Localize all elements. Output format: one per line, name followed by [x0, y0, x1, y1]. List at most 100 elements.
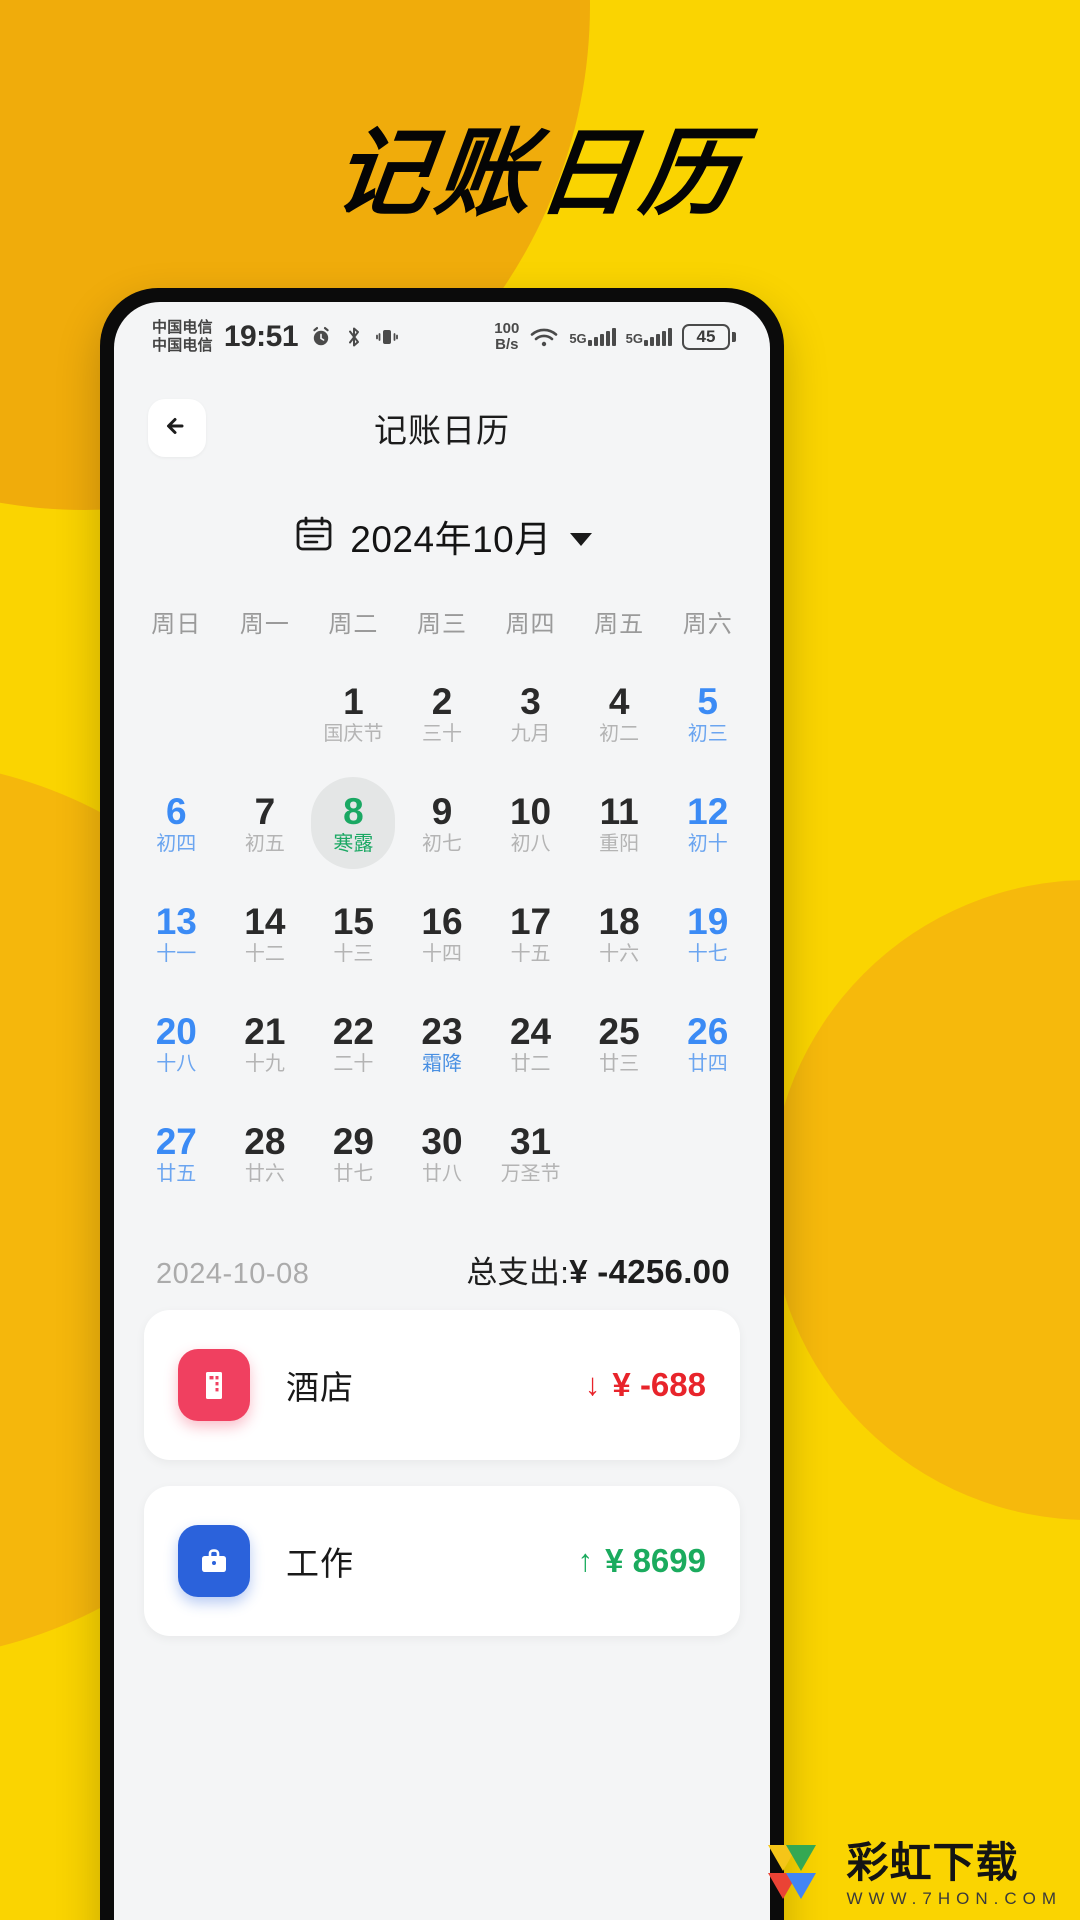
battery-level: 45 — [682, 324, 730, 350]
weekday-label: 周日 — [151, 611, 202, 638]
calendar-day-cell[interactable]: 27 廿五 — [132, 1103, 221, 1203]
calendar-day-number: 15 — [332, 900, 374, 942]
calendar-day-cell[interactable]: 17 十五 — [486, 883, 575, 983]
calendar-day-number: 20 — [155, 1010, 197, 1052]
calendar-day-sublabel: 初二 — [599, 722, 640, 745]
calendar-day-cell[interactable]: 2 三十 — [398, 663, 487, 763]
transaction-category-name: 工作 — [286, 1545, 354, 1582]
weekday-label: 周六 — [682, 611, 733, 638]
network-speed-value: 100 — [494, 320, 520, 337]
calendar-day-cell[interactable]: 3 九月 — [486, 663, 575, 763]
calendar-day-cell[interactable]: 11 重阳 — [575, 773, 664, 873]
calendar-day-sublabel: 初五 — [244, 832, 285, 855]
weekday-label: 周五 — [594, 611, 645, 638]
calendar-day-number: 7 — [254, 790, 276, 832]
vibrate-icon — [375, 325, 399, 349]
calendar-day-cell[interactable]: 4 初二 — [575, 663, 664, 763]
calendar-week-row: 1 国庆节 2 三十 3 九月 4 初二 5 初三 — [114, 663, 770, 763]
calendar-week-row: 20 十八 21 十九 22 二十 23 霜降 24 廿二 25 廿三 26 廿四 — [114, 993, 770, 1093]
watermark-title: 彩虹下载 — [846, 1839, 1019, 1886]
calendar-day-sublabel: 廿五 — [156, 1162, 197, 1185]
calendar-day-number: 27 — [155, 1120, 197, 1162]
calendar-day-cell[interactable]: 6 初四 — [132, 773, 221, 873]
calendar-day-number: 24 — [509, 1010, 552, 1052]
calendar-day-sublabel: 十六 — [599, 942, 640, 965]
transaction-amount-value: ¥ 8699 — [605, 1542, 706, 1579]
signal-icon-2: 5G — [626, 328, 672, 346]
calendar-day-cell[interactable]: 10 初八 — [486, 773, 575, 873]
calendar-day-number: 28 — [244, 1120, 286, 1162]
calendar-day-number: 17 — [509, 900, 552, 942]
carrier-line-2: 中国电信 — [152, 337, 213, 354]
rainbow-logo-icon — [764, 1841, 836, 1908]
day-summary: 2024-10-08 总支出:¥ -4256.00 — [114, 1213, 770, 1310]
calendar-day-cell[interactable]: 25 廿三 — [575, 993, 664, 1093]
calendar-day-number: 5 — [697, 680, 718, 722]
back-button[interactable] — [148, 399, 206, 457]
calendar-day-cell[interactable]: 26 廿四 — [663, 993, 752, 1093]
calendar-day-cell[interactable]: 13 十一 — [132, 883, 221, 983]
calendar-weekday-header: 周日 周一 周二 周三 周四 周五 周六 — [114, 604, 770, 639]
calendar-day-cell[interactable]: 1 国庆节 — [309, 663, 398, 763]
calendar-day-sublabel: 初十 — [687, 832, 728, 855]
phone-screen: 中国电信 中国电信 19:51 100 B/s 5G 5G 45 记账日历 20… — [114, 302, 770, 1920]
calendar-day-cell[interactable]: 30 廿八 — [398, 1103, 487, 1203]
calendar-day-number: 8 — [343, 790, 364, 832]
calendar-day-sublabel: 廿七 — [333, 1162, 374, 1185]
calendar-day-cell[interactable]: 16 十四 — [398, 883, 487, 983]
calendar-empty-cell — [575, 1103, 664, 1203]
transaction-card[interactable]: 酒店 ↓ ¥ -688 — [144, 1310, 740, 1460]
calendar-day-cell[interactable]: 28 廿六 — [221, 1103, 310, 1203]
calendar-day-sublabel: 十三 — [333, 942, 374, 965]
calendar-day-sublabel: 初三 — [687, 722, 728, 745]
transaction-card[interactable]: 工作 ↑ ¥ 8699 — [144, 1486, 740, 1636]
month-selector[interactable]: 2024年10月 — [114, 484, 770, 588]
watermark-url: WWW.7HON.COM — [846, 1889, 1062, 1908]
chevron-down-icon[interactable] — [569, 532, 592, 546]
calendar-day-number: 6 — [165, 790, 187, 832]
calendar-day-number: 23 — [421, 1010, 463, 1052]
calendar-day-cell[interactable]: 9 初七 — [398, 773, 487, 873]
calendar-day-cell[interactable]: 8 寒露 — [309, 773, 398, 873]
weekday-label: 周三 — [416, 611, 467, 638]
calendar-day-number: 29 — [332, 1120, 374, 1162]
calendar-day-cell[interactable]: 14 十二 — [221, 883, 310, 983]
calendar-day-cell[interactable]: 22 二十 — [309, 993, 398, 1093]
calendar-day-cell[interactable]: 24 廿二 — [486, 993, 575, 1093]
calendar-day-cell[interactable]: 21 十九 — [221, 993, 310, 1093]
calendar-day-sublabel: 寒露 — [333, 832, 374, 855]
calendar-day-cell[interactable]: 31 万圣节 — [486, 1103, 575, 1203]
calendar-day-cell[interactable]: 29 廿七 — [309, 1103, 398, 1203]
calendar-day-sublabel: 初四 — [156, 832, 197, 855]
calendar-day-cell[interactable]: 23 霜降 — [398, 993, 487, 1093]
calendar-day-number: 21 — [244, 1010, 286, 1052]
calendar-empty-cell — [221, 663, 310, 763]
calendar-day-number: 4 — [608, 680, 630, 722]
watermark: 彩虹下载 WWW.7HON.COM — [764, 1841, 1062, 1908]
calendar-grid[interactable]: 1 国庆节 2 三十 3 九月 4 初二 5 初三 6 初四 7 初五 8 寒露 9 初七 10 初八 11 重阳 12 初十… — [114, 663, 770, 1203]
calendar-week-row: 27 廿五 28 廿六 29 廿七 30 廿八 31 万圣节 — [114, 1103, 770, 1203]
wifi-icon — [529, 325, 559, 349]
calendar-day-cell[interactable]: 19 十七 — [663, 883, 752, 983]
calendar-day-cell[interactable]: 20 十八 — [132, 993, 221, 1093]
calendar-day-number: 22 — [332, 1010, 374, 1052]
hotel-icon — [178, 1349, 250, 1421]
weekday-label: 周一 — [239, 611, 290, 638]
summary-total: 总支出:¥ -4256.00 — [466, 1247, 730, 1292]
calendar-day-cell[interactable]: 18 十六 — [575, 883, 664, 983]
calendar-day-cell[interactable]: 5 初三 — [663, 663, 752, 763]
month-label: 2024年10月 — [350, 519, 552, 560]
carrier-labels: 中国电信 中国电信 — [152, 319, 213, 355]
calendar-day-sublabel: 十五 — [510, 942, 551, 965]
transaction-list[interactable]: 酒店 ↓ ¥ -688 工作 ↑ ¥ 8699 — [114, 1310, 770, 1636]
calendar-day-sublabel: 重阳 — [599, 832, 640, 855]
calendar-week-row: 6 初四 7 初五 8 寒露 9 初七 10 初八 11 重阳 12 初十 — [114, 773, 770, 873]
battery-tip — [732, 332, 736, 342]
calendar-day-cell[interactable]: 15 十三 — [309, 883, 398, 983]
calendar-day-cell[interactable]: 7 初五 — [221, 773, 310, 873]
phone-frame: 中国电信 中国电信 19:51 100 B/s 5G 5G 45 记账日历 20… — [100, 288, 784, 1920]
calendar-day-sublabel: 初七 — [421, 832, 462, 855]
calendar-empty-cell — [132, 663, 221, 763]
calendar-day-cell[interactable]: 12 初十 — [663, 773, 752, 873]
calendar-day-number: 14 — [244, 900, 286, 942]
